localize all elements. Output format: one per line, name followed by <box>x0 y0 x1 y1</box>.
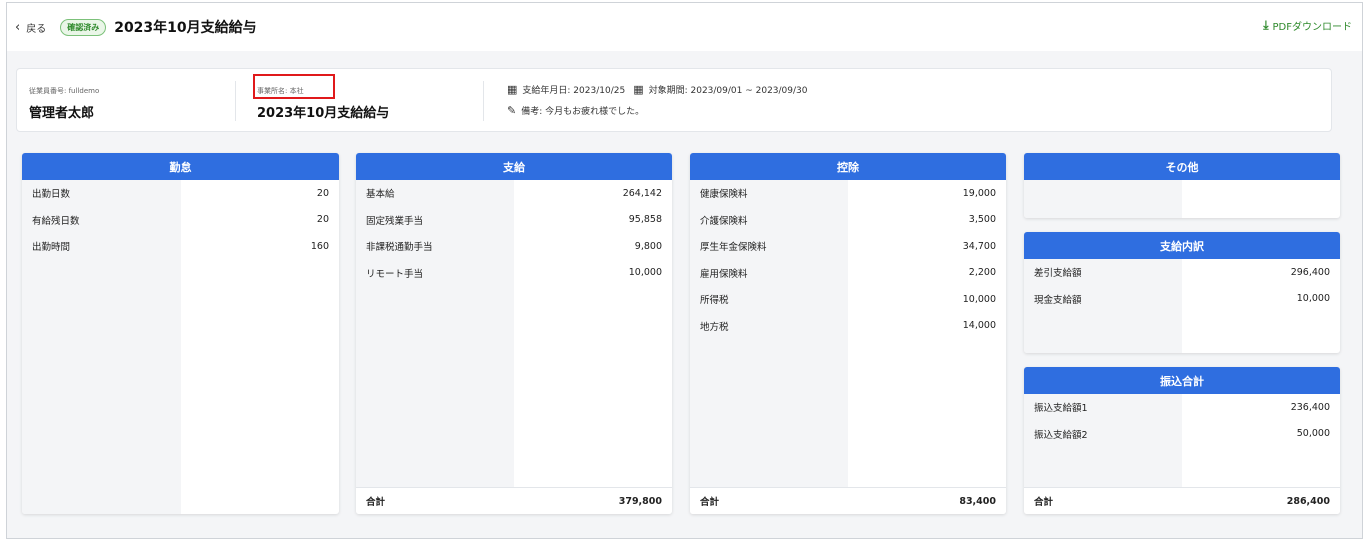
table-row: 現金支給額 10,000 <box>1034 293 1330 306</box>
table-row: 差引支給額 296,400 <box>1034 266 1330 280</box>
attendance-panel: 勤怠 出勤日数 20 有給残日数 20 出勤時間 160 <box>22 153 339 514</box>
note-icon: ✎ <box>507 104 517 117</box>
table-row: 振込支給額1 236,400 <box>1034 401 1330 415</box>
payments-total: 合計 379,800 <box>356 487 672 514</box>
deductions-header: 控除 <box>690 153 1006 180</box>
deductions-total: 合計 83,400 <box>690 487 1006 514</box>
top-bar: ‹ 戻る 確認済み 2023年10月支給給与 ⤓ PDFダウンロード <box>7 3 1362 51</box>
other-header: その他 <box>1024 153 1340 180</box>
table-row: 地方税 14,000 <box>700 320 996 333</box>
highlight-box <box>253 74 335 99</box>
calendar-icon: ▦ <box>633 83 644 96</box>
divider <box>483 81 484 121</box>
attendance-header: 勤怠 <box>22 153 339 180</box>
table-row: 有給残日数 20 <box>32 214 329 227</box>
table-row: 出勤時間 160 <box>32 240 329 254</box>
table-row: リモート手当 10,000 <box>366 267 662 280</box>
breakdown-header: 支給内訳 <box>1024 232 1340 259</box>
chevron-left-icon: ‹ <box>15 19 21 35</box>
employee-name: 管理者太郎 <box>29 106 95 121</box>
back-label: 戻る <box>26 23 47 35</box>
transfer-total: 合計 286,400 <box>1024 487 1340 514</box>
table-row: 健康保険料 19,000 <box>700 187 996 201</box>
table-row: 非課税通勤手当 9,800 <box>366 240 662 254</box>
table-row: 固定残業手当 95,858 <box>366 214 662 227</box>
table-row: 所得税 10,000 <box>700 293 996 307</box>
pdf-download-button[interactable]: ⤓ PDFダウンロード <box>1263 18 1352 33</box>
divider <box>235 81 236 121</box>
table-row: 出勤日数 20 <box>32 187 329 201</box>
note-text: 備考: 今月もお疲れ様でした。 <box>521 107 645 117</box>
dates-block: ▦ 支給年月日: 2023/10/25 ▦ 対象期間: 2023/09/01 ~… <box>507 83 808 145</box>
pdf-download-label: PDFダウンロード <box>1272 22 1352 33</box>
table-row: 介護保険料 3,500 <box>700 214 996 227</box>
deductions-panel: 控除 健康保険料 19,000 介護保険料 3,500 厚生年金保険料 34,700 … <box>690 153 1006 514</box>
payslip-info-card: 従業員番号: fulldemo 管理者太郎 事業所名: 本社 2023年10月支… <box>16 68 1332 132</box>
payslip-title: 2023年10月支給給与 <box>257 106 390 121</box>
breakdown-panel: 支給内訳 差引支給額 296,400 現金支給額 10,000 <box>1024 232 1340 353</box>
page-title: 2023年10月支給給与 <box>114 20 257 36</box>
employee-number: 従業員番号: fulldemo <box>29 87 100 95</box>
back-button[interactable]: ‹ 戻る <box>15 20 46 35</box>
other-panel: その他 <box>1024 153 1340 218</box>
employee-block: 従業員番号: fulldemo 管理者太郎 <box>29 86 99 148</box>
calendar-icon: ▦ <box>507 83 518 96</box>
payments-panel: 支給 基本給 264,142 固定残業手当 95,858 非課税通勤手当 9,800 … <box>356 153 672 514</box>
table-row: 厚生年金保険料 34,700 <box>700 240 996 254</box>
transfer-header: 振込合計 <box>1024 367 1340 394</box>
status-badge: 確認済み <box>60 18 107 36</box>
download-icon: ⤓ <box>1263 18 1269 32</box>
target-period: 対象期間: 2023/09/01 ~ 2023/09/30 <box>648 86 808 96</box>
table-row: 振込支給額2 50,000 <box>1034 428 1330 441</box>
payments-header: 支給 <box>356 153 672 180</box>
table-row: 雇用保険料 2,200 <box>700 267 996 280</box>
pay-date: 支給年月日: 2023/10/25 <box>522 86 626 96</box>
table-row: 基本給 264,142 <box>366 187 662 201</box>
transfer-panel: 振込合計 振込支給額1 236,400 振込支給額2 50,000 合計 286,4… <box>1024 367 1340 514</box>
